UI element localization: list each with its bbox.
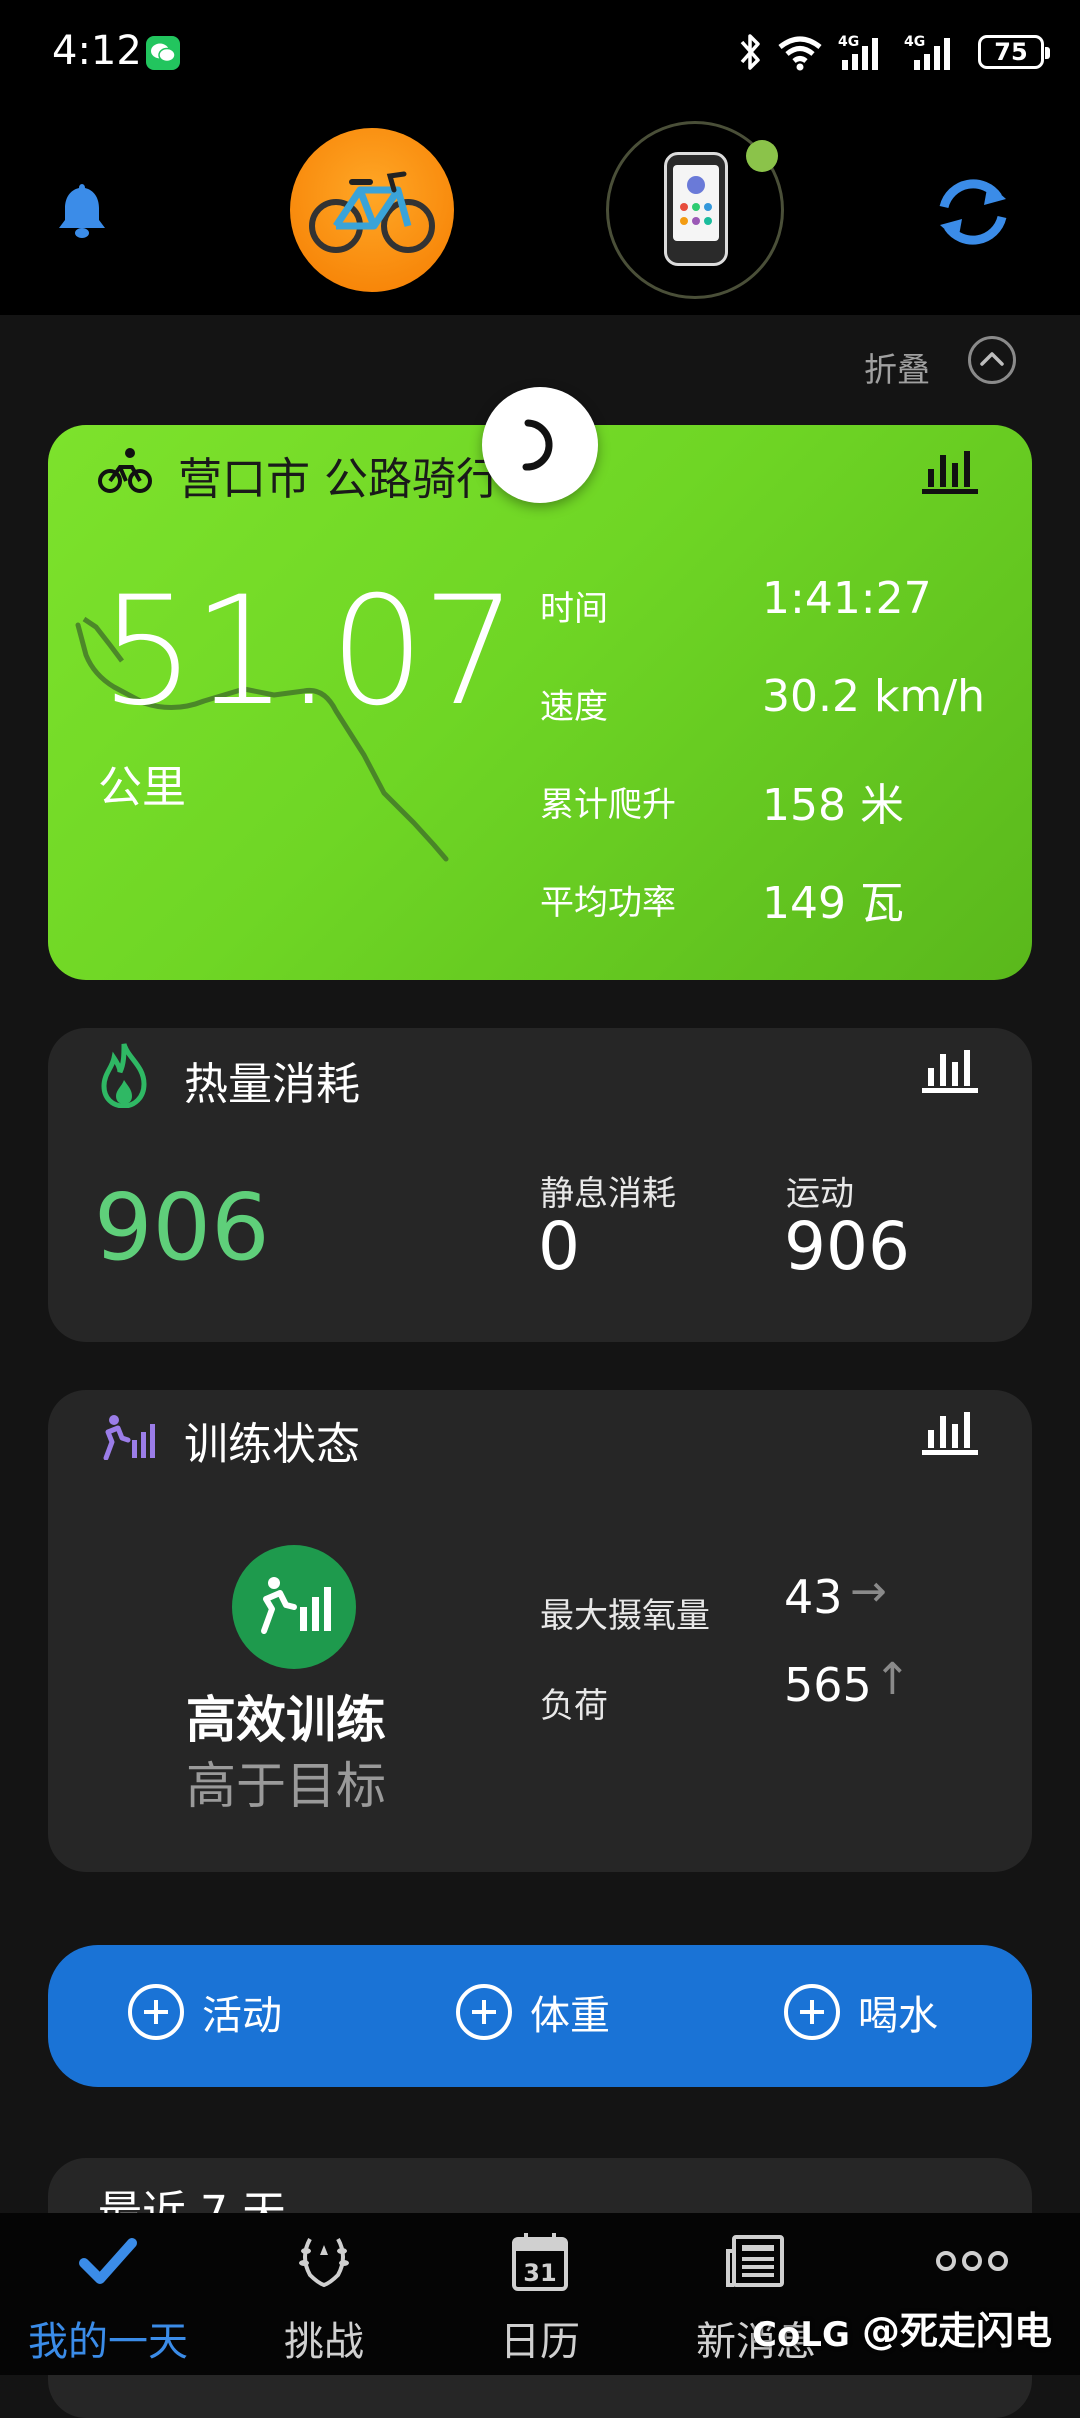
nav-label: 挑战 (284, 2319, 364, 2365)
plus-circle-icon (128, 1984, 184, 2040)
nav-label: 日历 (500, 2319, 580, 2365)
chevron-up-icon[interactable] (968, 336, 1016, 384)
stat-value-power: 149 瓦 (762, 878, 904, 929)
add-water-button[interactable]: 喝水 (784, 1983, 938, 2041)
activity-avatar[interactable] (290, 128, 454, 292)
stat-value-time: 1:41:27 (762, 573, 932, 624)
watermark-text: @死走闪电 (862, 2309, 1053, 2353)
battery-indicator: 75 (978, 35, 1050, 69)
stat-value-speed: 30.2 km/h (762, 671, 986, 722)
add-weight-label: 体重 (530, 1993, 610, 2039)
activity-title: 营口市 公路骑行 (178, 454, 500, 505)
signal-4g-icon: 4G (838, 34, 878, 70)
arrow-right-icon: → (850, 1566, 887, 1617)
svg-text:CoLG: CoLG (752, 2315, 850, 2354)
load-value: 565 (784, 1658, 872, 1712)
cycling-icon (98, 448, 152, 493)
productive-training-icon (232, 1545, 356, 1669)
status-time: 4:12 (52, 28, 142, 74)
stat-label-ascent: 累计爬升 (540, 785, 676, 825)
training-status-card[interactable]: 训练状态 最大摄氧量 43 → 负荷 565 ↑ 高效训练 高于目标 (48, 1390, 1032, 1872)
add-water-label: 喝水 (858, 1993, 938, 2039)
bike-computer-device-icon[interactable] (664, 152, 728, 266)
sync-icon[interactable] (930, 175, 1016, 253)
wechat-notification-icon (146, 36, 180, 70)
plus-circle-icon (784, 1984, 840, 2040)
flame-icon (101, 1043, 147, 1108)
nav-my-day[interactable]: 我的一天 (0, 2213, 216, 2375)
colg-logo: CoLG (752, 2315, 850, 2355)
laurel-icon (299, 2238, 349, 2288)
stat-label-power: 平均功率 (540, 883, 676, 923)
check-icon (79, 2238, 137, 2284)
activity-card[interactable]: 营口市 公路骑行 51.07 公里 时间 1:41:27 速度 30.2 km/… (48, 425, 1032, 980)
distance-value: 51.07 (100, 565, 517, 739)
calories-card[interactable]: 热量消耗 906 静息消耗 0 运动 906 (48, 1028, 1032, 1342)
device-connected-dot (746, 140, 778, 172)
vo2max-value: 43 (784, 1570, 843, 1624)
more-icon (936, 2251, 1008, 2271)
calories-title: 热量消耗 (184, 1059, 360, 1110)
watermark: CoLG @死走闪电 (752, 2300, 1052, 2355)
nav-challenges[interactable]: 挑战 (216, 2213, 432, 2375)
add-activity-label: 活动 (202, 1993, 282, 2039)
add-weight-button[interactable]: 体重 (456, 1983, 610, 2041)
stat-value-ascent: 158 米 (762, 780, 904, 831)
training-status-label: 高效训练 (186, 1691, 386, 1749)
svg-text:4G: 4G (838, 34, 859, 50)
training-title: 训练状态 (184, 1419, 360, 1470)
signal-4g-icon: 4G (904, 34, 950, 70)
resting-calories-value: 0 (538, 1208, 580, 1285)
loading-spinner (482, 387, 598, 503)
wifi-icon (778, 36, 822, 71)
vo2max-label: 最大摄氧量 (540, 1596, 710, 1636)
calories-total: 906 (94, 1174, 270, 1281)
chart-icon[interactable] (920, 447, 980, 495)
chart-icon[interactable] (920, 1408, 980, 1456)
calendar-icon: 31 (512, 2233, 568, 2291)
collapse-label[interactable]: 折叠 (864, 343, 930, 391)
stat-label-time: 时间 (540, 589, 608, 629)
active-calories-value: 906 (784, 1208, 910, 1285)
nav-label: 我的一天 (28, 2319, 188, 2365)
add-activity-button[interactable]: 活动 (128, 1983, 282, 2041)
quick-add-bar: 活动 体重 喝水 (48, 1945, 1032, 2087)
bell-icon[interactable] (52, 180, 112, 244)
bluetooth-icon (740, 34, 760, 70)
training-status-icon (103, 1415, 155, 1460)
training-status-sublabel: 高于目标 (186, 1757, 386, 1815)
arrow-up-icon: ↑ (874, 1654, 911, 1705)
chart-icon[interactable] (920, 1046, 980, 1094)
news-icon (726, 2235, 784, 2287)
plus-circle-icon (456, 1984, 512, 2040)
distance-unit: 公里 (98, 762, 186, 813)
load-label: 负荷 (540, 1686, 608, 1726)
svg-text:4G: 4G (904, 34, 925, 50)
status-icons: 4G 4G 75 (738, 30, 1050, 74)
stat-label-speed: 速度 (540, 687, 608, 727)
nav-calendar[interactable]: 31 日历 (432, 2213, 648, 2375)
calendar-day-text: 31 (523, 2259, 556, 2287)
bicycle-icon (309, 171, 435, 253)
